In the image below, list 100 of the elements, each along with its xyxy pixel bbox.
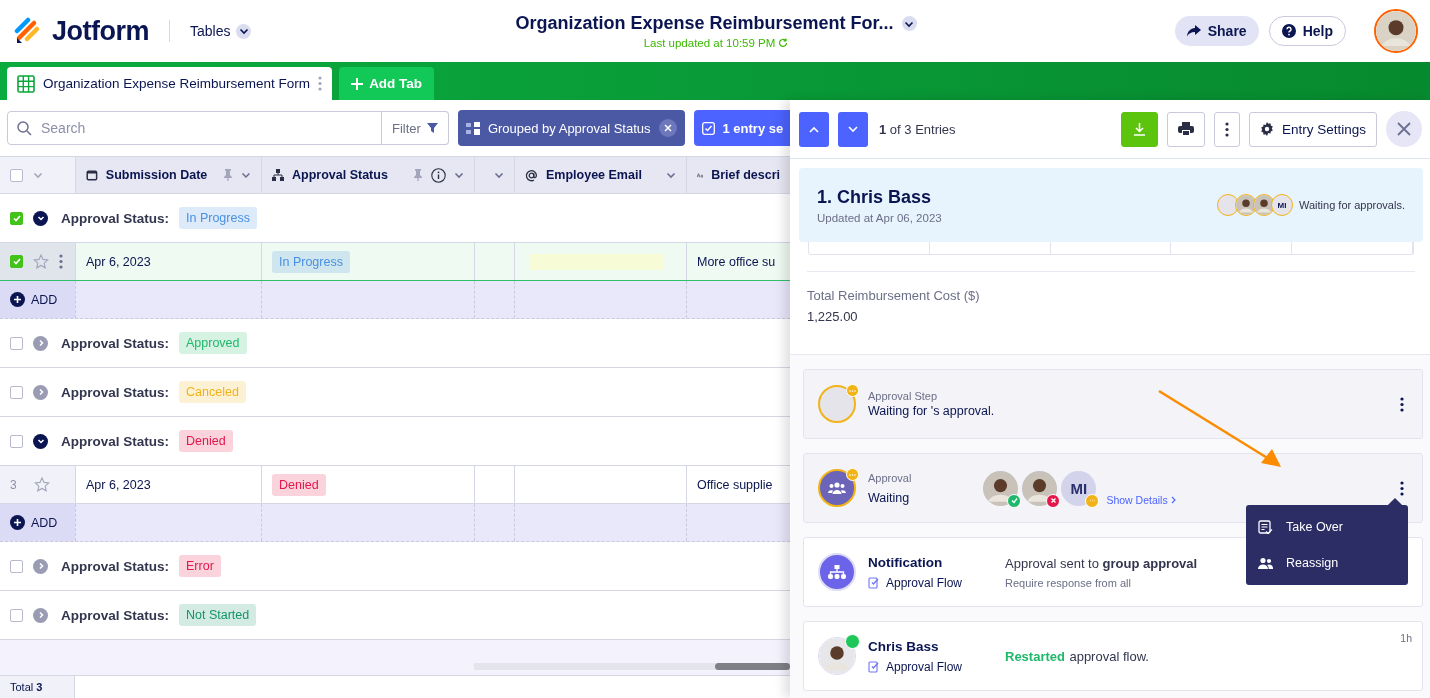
- more-icon[interactable]: [1224, 121, 1229, 137]
- source-label: Approval Flow: [886, 659, 963, 674]
- checkbox[interactable]: [10, 336, 23, 350]
- ellipsis-icon: [849, 389, 856, 392]
- share-button[interactable]: Share: [1174, 16, 1259, 46]
- more-icon[interactable]: [1400, 396, 1404, 412]
- selection-chip[interactable]: 1 entry se: [693, 110, 790, 146]
- caret-icon[interactable]: [241, 170, 251, 180]
- status-tag: Denied: [272, 473, 326, 496]
- search-field[interactable]: Search: [7, 111, 382, 145]
- menu-item[interactable]: Reassign: [1246, 545, 1408, 581]
- next-entry-button[interactable]: [838, 111, 868, 147]
- checkbox[interactable]: [10, 168, 23, 182]
- brand-name: Jotform: [52, 15, 149, 47]
- form-check-icon: [868, 576, 880, 589]
- field-label: Total Reimbursement Cost ($): [807, 288, 981, 303]
- status-tag: Error: [179, 555, 221, 577]
- source-label: Approval Flow: [886, 575, 963, 590]
- avatar[interactable]: [1374, 9, 1418, 53]
- step-status: Waiting for 's approval.: [868, 404, 995, 418]
- row-number: 3: [10, 477, 18, 492]
- caret-icon: [238, 26, 249, 36]
- column-header[interactable]: Approval Status: [261, 157, 474, 193]
- entry-title: 1. Chris Bass: [817, 186, 933, 208]
- search-icon: [17, 121, 32, 136]
- more-icon[interactable]: [1400, 480, 1404, 496]
- column-header[interactable]: Brief descri: [686, 157, 790, 193]
- previous-entry-button[interactable]: [799, 111, 829, 147]
- title-menu-button[interactable]: [901, 16, 917, 31]
- text-type-icon: [697, 170, 704, 180]
- group-toggle[interactable]: [33, 558, 48, 574]
- hierarchy-icon: [828, 565, 846, 579]
- last-updated: Last updated at 10:59 PM: [643, 37, 776, 49]
- description-cell: More office su: [697, 254, 776, 269]
- filter-button[interactable]: Filter: [382, 111, 449, 145]
- people-icon: [828, 481, 846, 495]
- print-button[interactable]: [1166, 111, 1205, 147]
- table-tab[interactable]: Organization Expense Reimbursement Form: [7, 67, 333, 100]
- event-action: Restarted: [1005, 649, 1065, 664]
- group-label: Approval Status:: [61, 384, 169, 400]
- caret-icon[interactable]: [33, 170, 43, 180]
- status-tag: In Progress: [179, 207, 257, 229]
- column-label: Submission Date: [105, 168, 208, 182]
- entry-updated: Updated at Apr 06, 2023: [817, 211, 942, 224]
- pin-icon[interactable]: [413, 169, 423, 181]
- checkbox[interactable]: [10, 434, 23, 448]
- avatar: [818, 385, 856, 423]
- horizontal-scrollbar[interactable]: [474, 663, 790, 670]
- status-tag: Not Started: [179, 604, 257, 626]
- column-header[interactable]: Employee Email: [514, 157, 686, 193]
- remove-icon[interactable]: [658, 119, 677, 137]
- date-cell: Apr 6, 2023: [86, 254, 151, 269]
- avatar: [983, 470, 1019, 506]
- caret-icon[interactable]: [494, 170, 504, 180]
- group-toggle[interactable]: [33, 384, 48, 400]
- menu-item[interactable]: Take Over: [1246, 509, 1408, 545]
- star-icon[interactable]: [33, 254, 49, 269]
- group-toggle[interactable]: [33, 335, 48, 351]
- entry-settings-button[interactable]: Entry Settings: [1248, 111, 1377, 147]
- caret-icon[interactable]: [454, 170, 464, 180]
- group-by-chip[interactable]: Grouped by Approval Status: [457, 110, 685, 146]
- checkmark-icon: [12, 214, 21, 222]
- description-cell: Office supplie: [697, 477, 773, 492]
- caret-icon[interactable]: [666, 170, 676, 180]
- column-label: Brief descri: [711, 168, 780, 182]
- chevron-icon: [36, 437, 45, 445]
- date-cell: Apr 6, 2023: [86, 477, 151, 492]
- star-icon[interactable]: [34, 477, 50, 492]
- group-icon: [465, 121, 480, 135]
- plus-icon: [10, 515, 25, 530]
- group-toggle[interactable]: [33, 210, 48, 226]
- group-label: Approval Status:: [61, 433, 169, 449]
- tables-menu[interactable]: Tables: [190, 23, 252, 39]
- group-label: Approval Status:: [61, 607, 169, 623]
- event-message: approval flow.: [1069, 649, 1149, 664]
- group-toggle[interactable]: [33, 607, 48, 623]
- chevron-up-icon: [809, 125, 819, 133]
- info-icon[interactable]: [431, 167, 446, 183]
- help-button[interactable]: Help: [1268, 16, 1346, 46]
- checkbox[interactable]: [10, 385, 23, 399]
- checkbox[interactable]: [10, 559, 23, 573]
- printer-icon: [1177, 122, 1194, 136]
- checkbox[interactable]: [10, 255, 23, 268]
- status-tag: Approved: [179, 332, 247, 354]
- pin-icon[interactable]: [223, 169, 234, 181]
- checkbox[interactable]: [10, 211, 23, 225]
- group-label: Approval Status:: [61, 210, 169, 226]
- avatar: [1253, 194, 1275, 216]
- form-title[interactable]: Organization Expense Reimbursement For...: [515, 13, 894, 34]
- column-header[interactable]: Submission Date: [75, 157, 261, 193]
- at-sign-icon: [525, 168, 538, 182]
- show-details-link[interactable]: Show Details: [1106, 493, 1176, 506]
- status-tag: In Progress: [272, 250, 350, 273]
- refresh-icon[interactable]: [778, 38, 789, 48]
- download-button[interactable]: [1120, 111, 1158, 147]
- checkbox[interactable]: [10, 608, 23, 622]
- download-icon: [1132, 122, 1146, 136]
- chevron-icon: [36, 214, 45, 222]
- group-toggle[interactable]: [33, 433, 48, 449]
- close-button[interactable]: [1386, 111, 1422, 147]
